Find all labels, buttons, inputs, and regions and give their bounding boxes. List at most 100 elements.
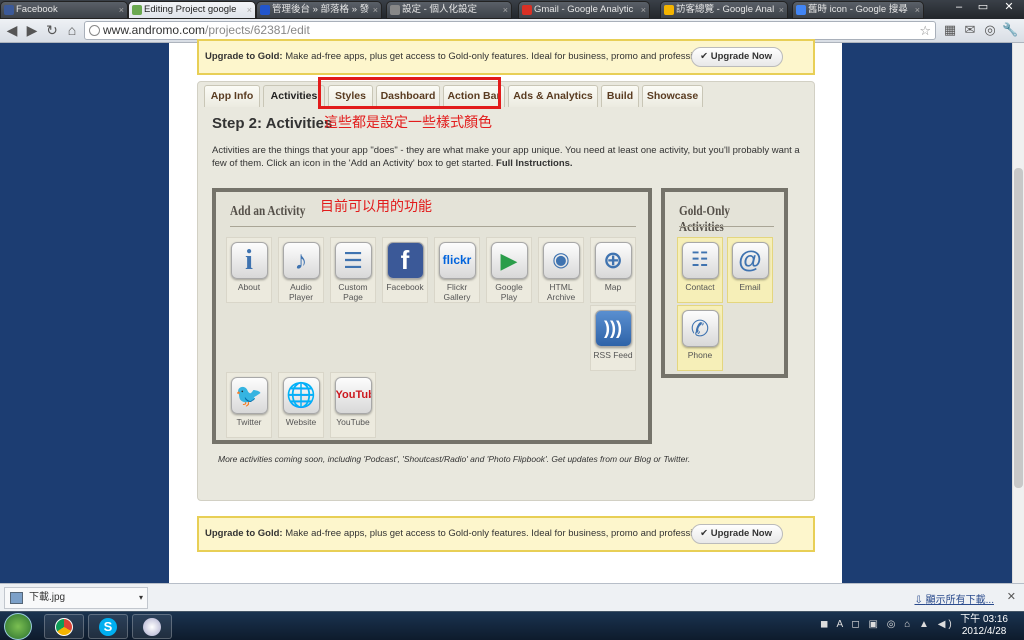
tab-build[interactable]: Build [601,85,639,107]
browser-tab-google-search[interactable]: 舊時 icon - Google 搜尋 × [792,1,924,19]
scrollbar-thumb[interactable] [1014,168,1023,488]
start-button-icon[interactable] [4,613,32,640]
browser-tab-settings[interactable]: 設定 - 個人化設定 × [386,1,512,19]
close-tab-icon[interactable]: × [247,2,252,18]
minimize-icon[interactable]: – [948,0,970,16]
upgrade-now-button[interactable]: ✔ Upgrade Now [691,524,783,544]
close-tab-icon[interactable]: × [503,2,508,18]
annotation-highlight-box [318,77,501,109]
music-note-icon: ♪ [282,242,320,279]
close-tab-icon[interactable]: × [119,2,124,18]
show-all-downloads-link[interactable]: ⇩ 顯示所有下載... [914,591,994,606]
tab-showcase[interactable]: Showcase [642,85,703,107]
bookmark-star-icon[interactable]: ☆ [919,22,931,39]
facebook-icon: f [386,242,424,279]
globe-icon: 🌐 [282,377,320,414]
close-tab-icon[interactable]: × [779,2,784,18]
activity-google-play[interactable]: ▶ Google Play [486,237,532,303]
youtube-icon: YouTube [334,377,372,414]
windows-taskbar: S ◼ A ◻ ▣ ◎ ⌂ ▲ ◀) 下午 03:16 2012/4/28 [0,611,1024,640]
google-favicon-icon [796,5,806,15]
extension-icon[interactable]: ◎ [982,22,998,38]
system-clock[interactable]: 下午 03:16 2012/4/28 [960,614,1008,638]
download-item[interactable]: 下載.jpg ▾ [4,587,148,609]
document-icon: ☰ [334,242,372,279]
browser-tab-andromo[interactable]: Editing Project google × [128,1,256,19]
upgrade-banner-bottom: Upgrade to Gold: Make ad-free apps, plus… [197,516,815,552]
tab-activities[interactable]: Activities [263,85,325,107]
upgrade-now-button[interactable]: ✔ Upgrade Now [691,47,783,67]
browser-tab-blog-admin[interactable]: 管理後台 » 部落格 » 發 × [256,1,382,19]
analytics-favicon-icon [664,5,674,15]
wrench-menu-icon[interactable]: 🔧 [1002,22,1018,38]
close-tab-icon[interactable]: × [915,2,920,18]
close-tab-icon[interactable]: × [373,2,378,18]
settings-favicon-icon [390,5,400,15]
more-activities-note: More activities coming soon, including '… [218,454,691,464]
info-icon: i [230,242,268,279]
gold-activity-email[interactable]: @ Email [727,237,773,303]
close-tab-icon[interactable]: × [641,2,646,18]
taskbar-skype-icon[interactable]: S [88,614,128,639]
html-archive-icon: ◉ [542,242,580,279]
divider [679,226,774,227]
dropdown-arrow-icon[interactable]: ▾ [139,588,143,608]
image-file-icon [10,592,23,604]
annotation-styles-note: 這些都是設定一些樣式顏色 [324,115,492,131]
at-sign-icon: @ [731,242,769,279]
download-arrow-icon: ⇩ [914,595,926,606]
activity-rss-feed[interactable]: ))) RSS Feed [590,305,636,371]
maximize-icon[interactable]: ▭ [972,0,994,16]
browser-tab-gmail[interactable]: Gmail - Google Analytic × [518,1,650,19]
close-window-icon[interactable]: ✕ [998,0,1020,16]
page-scrollbar[interactable] [1012,43,1024,583]
activity-twitter[interactable]: 🐦 Twitter [226,372,272,438]
forward-icon[interactable]: ▶ [23,21,41,39]
reload-icon[interactable]: ↻ [43,21,61,39]
check-icon: ✔ [700,51,711,62]
tab-ads-analytics[interactable]: Ads & Analytics [508,85,598,107]
gmail-favicon-icon [522,5,532,15]
taskbar-chrome-icon[interactable] [44,614,84,639]
google-play-icon: ▶ [490,242,528,279]
blog-favicon-icon [260,5,270,15]
gold-activity-contact[interactable]: ☷ Contact [677,237,723,303]
upgrade-banner-top: Upgrade to Gold: Make ad-free apps, plus… [197,39,815,75]
step-title: Step 2: Activities [212,115,333,132]
twitter-bird-icon: 🐦 [230,377,268,414]
activity-about[interactable]: i About [226,237,272,303]
extension-icon[interactable]: ▦ [942,22,958,38]
activity-map[interactable]: ⊕ Map [590,237,636,303]
add-activity-box: Add an Activity 目前可以用的功能 i About ♪ Audio P… [212,188,652,444]
annotation-available-note: 目前可以用的功能 [320,199,432,215]
check-icon: ✔ [700,528,711,539]
activity-facebook[interactable]: f Facebook [382,237,428,303]
browser-tab-facebook[interactable]: Facebook × [0,1,128,19]
rss-icon: ))) [594,310,632,347]
map-crosshair-icon: ⊕ [594,242,632,279]
activity-custom-page[interactable]: ☰ Custom Page [330,237,376,303]
download-bar: 下載.jpg ▾ ⇩ 顯示所有下載... ✕ [0,583,1024,611]
add-activity-title: Add an Activity [230,204,306,219]
web-page: Upgrade to Gold: Make ad-free apps, plus… [0,39,1024,583]
browser-tab-analytics[interactable]: 訪客總覽 - Google Anal × [660,1,788,19]
home-icon[interactable]: ⌂ [63,21,81,39]
activity-youtube[interactable]: YouTubeYouTube [330,372,376,438]
gold-only-activities-box: Gold-Only Activities ☷ Contact @ Email ✆ Ph… [661,188,788,378]
extension-icon[interactable]: ✉ [962,22,978,38]
back-icon[interactable]: ◀ [3,21,21,39]
activity-flickr-gallery[interactable]: flickr Flickr Gallery [434,237,480,303]
facebook-favicon-icon [4,5,14,15]
system-tray-icons[interactable]: ◼ A ◻ ▣ ◎ ⌂ ▲ ◀) [820,619,955,630]
activity-audio-player[interactable]: ♪ Audio Player [278,237,324,303]
phone-icon: ✆ [681,310,719,347]
activity-html-archive[interactable]: ◉ HTML Archive [538,237,584,303]
taskbar-paint-icon[interactable] [132,614,172,639]
close-download-bar-icon[interactable]: ✕ [1007,590,1016,603]
tab-app-info[interactable]: App Info [204,85,260,107]
address-bar[interactable]: www.andromo.com/projects/62381/edit ☆ [84,21,936,40]
full-instructions-link[interactable]: Full Instructions. [496,158,573,169]
gold-activity-phone[interactable]: ✆ Phone [677,305,723,371]
project-editor-panel: App Info Activities Styles Dashboard Act… [197,81,815,501]
activity-website[interactable]: 🌐 Website [278,372,324,438]
